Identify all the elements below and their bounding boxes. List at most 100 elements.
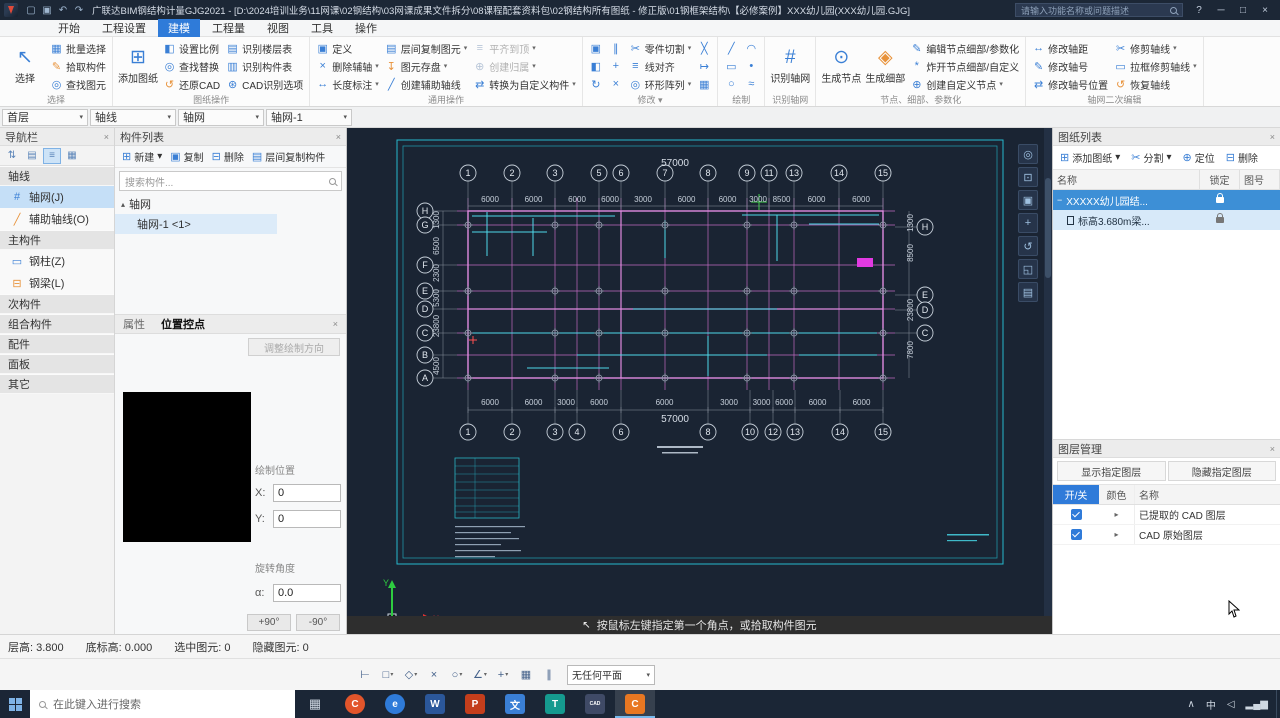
close-icon[interactable]: × bbox=[336, 132, 341, 142]
cancel-icon[interactable]: × bbox=[424, 665, 444, 685]
nav-collapse-icon[interactable]: ⇅ bbox=[3, 148, 21, 164]
wps-docs-icon[interactable]: 文 bbox=[495, 690, 535, 718]
nav-section-次构件[interactable]: 次构件 bbox=[0, 294, 114, 314]
circle-mode-icon[interactable]: ○ ▾ bbox=[447, 665, 467, 685]
length-annotation-button[interactable]: ↔ 长度标注 ▾ bbox=[313, 75, 382, 93]
gjg-app-icon[interactable]: C bbox=[615, 690, 655, 718]
table-row[interactable]: ▸ 已提取的 CAD 图层 bbox=[1053, 505, 1280, 525]
identify-grid-button[interactable]: # 识别轴网 bbox=[768, 39, 812, 93]
select-tool-button[interactable]: ↖ 选择 bbox=[3, 39, 47, 93]
save-icon[interactable]: ▣ bbox=[39, 5, 55, 16]
sidebar-item-钢梁(L)[interactable]: ⊟ 钢梁(L) bbox=[0, 272, 114, 294]
delete-sheet-button[interactable]: ⊟ 删除 bbox=[1223, 150, 1261, 165]
powerpoint-icon[interactable]: P bbox=[455, 690, 495, 718]
new-file-icon[interactable]: ▢ bbox=[23, 5, 39, 16]
pan-icon[interactable]: + bbox=[1018, 213, 1038, 233]
locate-sheet-button[interactable]: ⊕ 定位 bbox=[1180, 150, 1218, 165]
orbit-icon[interactable]: ◎ bbox=[1018, 144, 1038, 164]
angle-input[interactable]: 0.0 bbox=[273, 584, 341, 602]
trim-icon-button[interactable]: ╳ bbox=[694, 39, 714, 57]
curve-draw-icon-button[interactable]: ≈ bbox=[741, 75, 761, 93]
zoom-window-icon[interactable]: ▣ bbox=[1018, 190, 1038, 210]
menu-tab-6[interactable]: 工具 bbox=[301, 19, 343, 37]
extend-icon-button[interactable]: ↦ bbox=[694, 57, 714, 75]
close-icon[interactable]: × bbox=[333, 319, 338, 329]
zoom-extents-icon[interactable]: ⊡ bbox=[1018, 167, 1038, 187]
table-row[interactable]: ▸ CAD 原始图层 bbox=[1053, 525, 1280, 545]
menu-tab-2[interactable]: 工程设置 bbox=[92, 19, 156, 37]
copy-icon-button[interactable]: ▣ bbox=[586, 39, 606, 57]
word-icon[interactable]: W bbox=[415, 690, 455, 718]
point-draw-icon-button[interactable]: • bbox=[741, 57, 761, 75]
function-search-input[interactable]: 请输入功能名称或问题描述 bbox=[1015, 3, 1183, 17]
nav-section-组合构件[interactable]: 组合构件 bbox=[0, 314, 114, 334]
ime-indicator[interactable]: 中 bbox=[1206, 697, 1216, 712]
nav-grid-view-icon[interactable]: ▤ bbox=[23, 148, 41, 164]
save-element-button[interactable]: ↧ 图元存盘 ▾ bbox=[382, 57, 471, 75]
line-draw-icon-button[interactable]: ╱ bbox=[721, 39, 741, 57]
snap-settings-icon[interactable]: + ▾ bbox=[493, 665, 513, 685]
sidebar-item-轴网(J)[interactable]: # 轴网(J) bbox=[0, 186, 114, 208]
delete-component-button[interactable]: ⊟ 删除 bbox=[209, 149, 247, 164]
close-icon[interactable]: × bbox=[1270, 444, 1275, 454]
viewport-scrollbar[interactable] bbox=[1044, 128, 1052, 616]
offset-icon-button[interactable]: ∥ bbox=[606, 39, 626, 57]
network-icon[interactable]: ▂▄▆ bbox=[1246, 699, 1268, 710]
edit-node-detail-button[interactable]: ✎ 编辑节点细部/参数化 bbox=[907, 39, 1022, 57]
component-search-input[interactable]: 搜索构件... bbox=[119, 171, 342, 191]
identify-component-table-button[interactable]: ▥ 识别构件表 bbox=[223, 57, 306, 75]
floor-select[interactable]: 首层 ▾ bbox=[2, 108, 88, 126]
batch-select-button[interactable]: ▦ 批量选择 bbox=[47, 39, 109, 57]
tree-group-row[interactable]: ▴ 轴网 bbox=[115, 194, 346, 214]
split-sheet-button[interactable]: ✂ 分割 ▾ bbox=[1128, 150, 1174, 165]
menu-tab-5[interactable]: 视图 bbox=[257, 19, 299, 37]
delete-icon-button[interactable]: × bbox=[606, 75, 626, 93]
create-attribution-button[interactable]: ⊕ 创建归属 ▾ bbox=[470, 57, 579, 75]
rect-mode-icon[interactable]: □ ▾ bbox=[378, 665, 398, 685]
nav-section-主构件[interactable]: 主构件 bbox=[0, 230, 114, 250]
part-cut-button[interactable]: ✂ 零件切割 ▾ bbox=[626, 39, 695, 57]
close-icon[interactable]: × bbox=[1270, 132, 1275, 142]
adjust-draw-direction-button[interactable]: 调整绘制方向 bbox=[248, 338, 340, 356]
table-row[interactable]: 标高3.680m梁... bbox=[1053, 210, 1280, 230]
rotate-minus-90-button[interactable]: -90° bbox=[296, 614, 340, 631]
copy-component-button[interactable]: ▣ 复制 bbox=[167, 149, 206, 164]
cad-drawing[interactable]: 1 2 3 5 6 7 8 9 11 13 14 151 2 3 4 6 8 10 12 13 14 15HGFEDCBA… bbox=[347, 128, 1052, 634]
app-icon-blue-circle[interactable]: e bbox=[375, 690, 415, 718]
lock-icon[interactable] bbox=[1216, 193, 1224, 203]
create-custom-node-button[interactable]: ⊕ 创建自定义节点 ▾ bbox=[907, 75, 1022, 93]
y-coordinate-input[interactable]: 0 bbox=[273, 510, 341, 528]
angle-snap-icon[interactable]: ∠ ▾ bbox=[470, 665, 490, 685]
nav-list-view-icon[interactable]: ≡ bbox=[43, 147, 61, 164]
show-desktop-button[interactable] bbox=[1276, 690, 1280, 718]
rotate-plus-90-button[interactable]: +90° bbox=[247, 614, 291, 631]
modify-axis-number-pos-button[interactable]: ⇄ 修改轴号位置 bbox=[1029, 75, 1111, 93]
find-replace-button[interactable]: ◎ 查找替换 bbox=[160, 57, 223, 75]
modify-axis-spacing-button[interactable]: ↔ 修改轴距 bbox=[1029, 39, 1111, 57]
collapse-icon[interactable]: − bbox=[1057, 195, 1062, 205]
mirror-icon-button[interactable]: ◧ bbox=[586, 57, 606, 75]
taskbar-search-input[interactable]: 在此键入进行搜索 bbox=[30, 690, 295, 718]
fullscreen-icon[interactable]: ◱ bbox=[1018, 259, 1038, 279]
show-specified-layers-button[interactable]: 显示指定图层 bbox=[1057, 461, 1166, 481]
generate-detail-button[interactable]: ◈ 生成细部 bbox=[863, 39, 907, 93]
define-button[interactable]: ▣ 定义 bbox=[313, 39, 382, 57]
tree-item[interactable]: 轴网-1 <1> bbox=[115, 214, 277, 234]
identify-floor-table-button[interactable]: ▤ 识别楼层表 bbox=[223, 39, 306, 57]
nav-tile-view-icon[interactable]: ▦ bbox=[63, 148, 81, 164]
maximize-button[interactable]: □ bbox=[1232, 0, 1254, 20]
layer-visibility-checkbox[interactable] bbox=[1070, 509, 1082, 520]
nav-section-面板[interactable]: 面板 bbox=[0, 354, 114, 374]
circle-draw-icon-button[interactable]: ○ bbox=[721, 75, 741, 93]
align-to-top-button[interactable]: ≡ 平齐到顶 ▾ bbox=[470, 39, 579, 57]
layer-visibility-checkbox[interactable] bbox=[1070, 529, 1082, 540]
box-trim-axis-button[interactable]: ▭ 拉框修剪轴线 ▾ bbox=[1111, 57, 1200, 75]
find-element-button[interactable]: ◎ 查找图元 bbox=[47, 75, 109, 93]
x-coordinate-input[interactable]: 0 bbox=[273, 484, 341, 502]
menu-tab-4[interactable]: 工程量 bbox=[202, 19, 255, 37]
lock-icon[interactable] bbox=[1216, 213, 1224, 223]
layers-view-icon[interactable]: ▤ bbox=[1018, 282, 1038, 302]
add-drawing-button[interactable]: ⊞ 添加图纸 bbox=[116, 39, 160, 93]
line-align-button[interactable]: ≡ 线对齐 bbox=[626, 57, 695, 75]
cad-app-icon[interactable]: CAD bbox=[575, 690, 615, 718]
